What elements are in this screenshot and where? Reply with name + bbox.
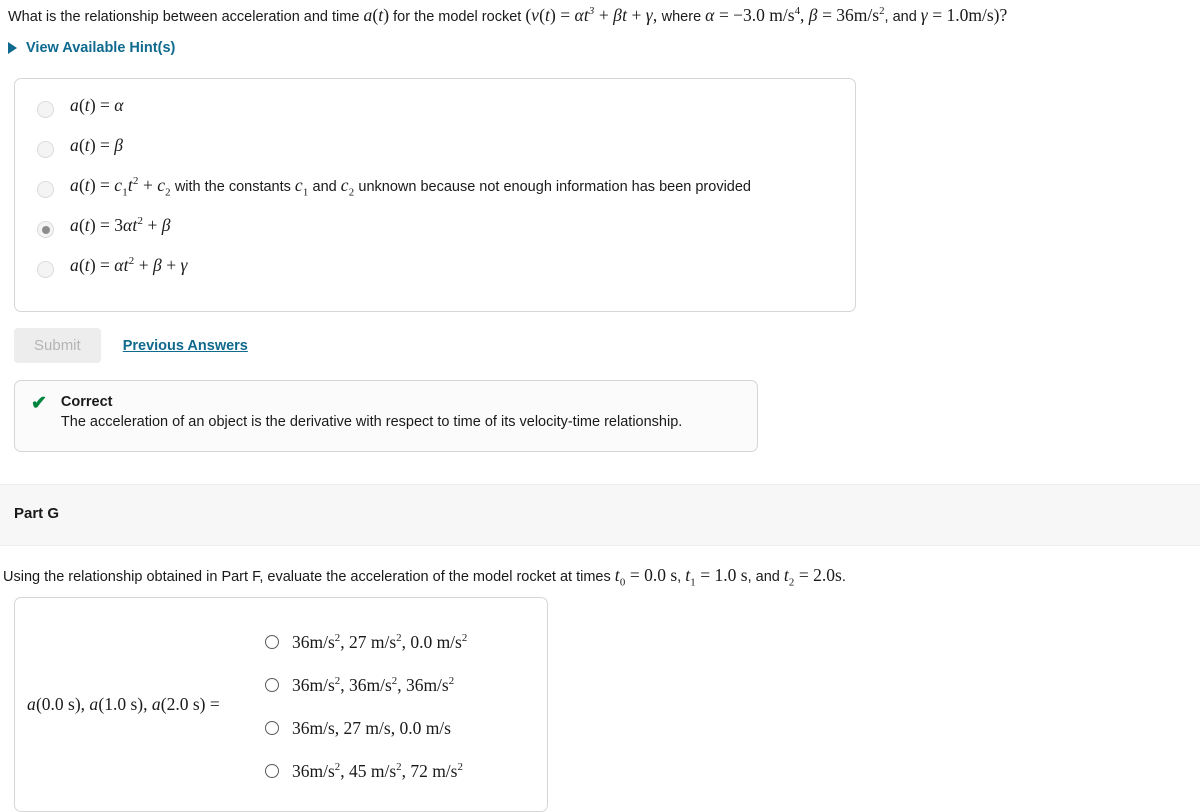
part-g-prompt-lead: Using the relationship obtained in Part … (3, 569, 615, 585)
part-g-option-4[interactable]: 36m/s2, 45 m/s2, 72 m/s2 (265, 750, 467, 793)
math-alpha-value: α (705, 5, 715, 25)
submit-button[interactable]: Submit (14, 328, 101, 363)
feedback-body: The acceleration of an object is the der… (60, 414, 683, 430)
part-g-question-text: Using the relationship obtained in Part … (3, 565, 846, 589)
feedback-title: Correct (60, 394, 113, 410)
part-g-option-4-label: 36m/s2, 45 m/s2, 72 m/s2 (292, 760, 463, 781)
radio-button[interactable] (265, 635, 279, 649)
part-f-question-text: What is the relationship between acceler… (8, 5, 1008, 25)
part-f-option-3-mid: and (308, 179, 341, 195)
part-f-answer-card: a(t) = α a(t) = β a(t) = c1t2 + c2 with … (14, 78, 856, 312)
radio-button[interactable] (37, 181, 54, 198)
part-g-answer-card: a(0.0 s), a(1.0 s), a(2.0 s) = 36m/s2, 2… (14, 597, 548, 812)
part-f-option-3-label: a(t) = c1t2 + c2 with the constants c1 a… (70, 175, 751, 199)
part-f-option-4[interactable]: a(t) = 3αt2 + β (15, 213, 855, 253)
part-f-option-1-label: a(t) = α (70, 95, 124, 115)
part-g-title: Part G (14, 505, 60, 522)
part-f-option-5[interactable]: a(t) = αt2 + β + γ (15, 253, 855, 293)
radio-button[interactable] (37, 101, 54, 118)
radio-button[interactable] (265, 764, 279, 778)
part-f-option-2[interactable]: a(t) = β (15, 133, 855, 173)
part-f-option-1[interactable]: a(t) = α (15, 93, 855, 133)
radio-button[interactable] (265, 678, 279, 692)
math-t1: t1 (685, 565, 696, 589)
part-g-answer-label: a(0.0 s), a(1.0 s), a(2.0 s) = (27, 694, 220, 714)
part-g-option-3[interactable]: 36m/s, 27 m/s, 0.0 m/s (265, 707, 467, 750)
part-g-option-list: 36m/s2, 27 m/s2, 0.0 m/s2 36m/s2, 36m/s2… (265, 617, 467, 793)
question-text-segment: What is the relationship between acceler… (8, 9, 364, 25)
feedback-text-block: Correct The acceleration of an object is… (61, 394, 682, 430)
radio-button[interactable] (37, 261, 54, 278)
part-g-option-3-label: 36m/s, 27 m/s, 0.0 m/s (292, 717, 451, 738)
math-t2: t2 (783, 565, 795, 589)
correct-feedback-box: ✔ Correct The acceleration of an object … (14, 380, 758, 452)
part-g-option-2-label: 36m/s2, 36m/s2, 36m/s2 (292, 674, 455, 695)
part-f-option-list: a(t) = α a(t) = β a(t) = c1t2 + c2 with … (15, 79, 855, 293)
previous-answers-link[interactable]: Previous Answers (123, 338, 248, 354)
part-f-option-4-label: a(t) = 3αt2 + β (70, 215, 171, 235)
part-g-option-2[interactable]: 36m/s2, 36m/s2, 36m/s2 (265, 664, 467, 707)
part-f-option-3[interactable]: a(t) = c1t2 + c2 with the constants c1 a… (15, 173, 855, 213)
part-f-option-5-label: a(t) = αt2 + β + γ (70, 255, 188, 275)
math-beta-value: β (808, 5, 818, 25)
part-f-option-2-label: a(t) = β (70, 135, 124, 155)
radio-button[interactable] (265, 721, 279, 735)
part-g-option-1[interactable]: 36m/s2, 27 m/s2, 0.0 m/s2 (265, 621, 467, 664)
check-icon: ✔ (31, 393, 47, 414)
part-g-option-1-label: 36m/s2, 27 m/s2, 0.0 m/s2 (292, 631, 468, 652)
math-t0: t0 (614, 565, 626, 589)
part-g-header-band: Part G (0, 484, 1200, 546)
part-f-option-3-tail: with the constants (170, 179, 295, 195)
radio-button-selected[interactable] (37, 221, 54, 238)
radio-button[interactable] (37, 141, 54, 158)
view-hints-label: View Available Hint(s) (26, 40, 176, 56)
view-hints-link[interactable]: View Available Hint(s) (8, 40, 175, 56)
part-f-action-row: Submit Previous Answers (14, 328, 248, 363)
triangle-right-icon (8, 42, 17, 54)
part-f-option-3-end: unknown because not enough information h… (354, 179, 751, 195)
math-gamma-value: γ (920, 5, 928, 25)
